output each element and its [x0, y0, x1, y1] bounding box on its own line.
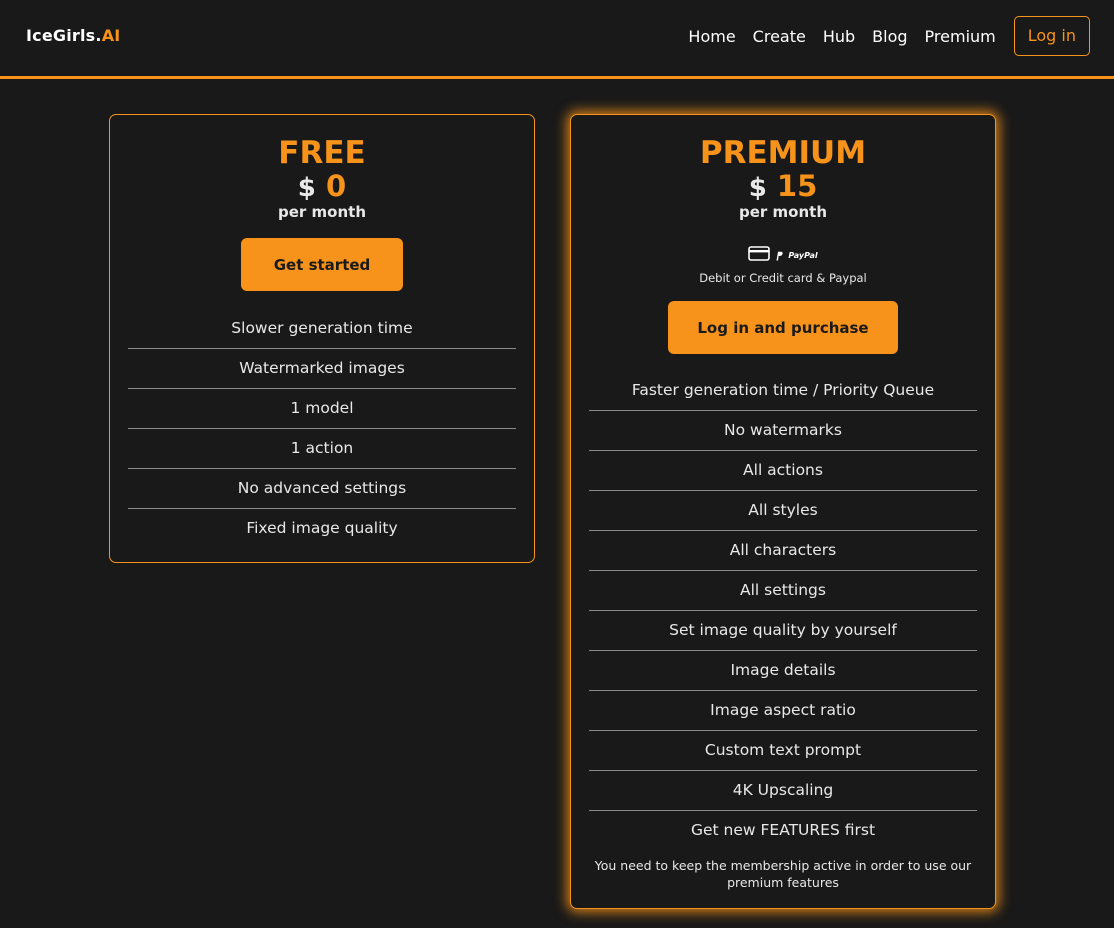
- billing-period: per month: [739, 203, 827, 221]
- site-logo[interactable]: IceGirls.AI: [26, 26, 120, 45]
- plan-price: $ 0: [110, 169, 534, 205]
- currency-symbol: $: [748, 173, 767, 203]
- premium-plan-card: PREMIUM $ 15 per month PayPal Debit or C…: [570, 114, 996, 909]
- premium-feature-list: Faster generation time / Priority Queue …: [589, 371, 977, 850]
- feature-item: Set image quality by yourself: [589, 611, 977, 651]
- payment-label: Debit or Credit card & Paypal: [699, 271, 867, 285]
- feature-item: All actions: [589, 451, 977, 491]
- plan-title: FREE: [278, 135, 366, 171]
- feature-item: 4K Upscaling: [589, 771, 977, 811]
- logo-accent: AI: [101, 26, 121, 45]
- credit-card-icon: [748, 245, 771, 265]
- free-plan-card: FREE $ 0 per month Get started Slower ge…: [109, 114, 535, 563]
- feature-item: Watermarked images: [128, 349, 516, 389]
- feature-item: All styles: [589, 491, 977, 531]
- feature-item: No advanced settings: [128, 469, 516, 509]
- feature-item: 1 action: [128, 429, 516, 469]
- plan-price: $ 15: [571, 169, 995, 205]
- login-and-purchase-button[interactable]: Log in and purchase: [668, 301, 898, 354]
- main-nav: Home Create Hub Blog Premium Log in: [671, 16, 1090, 56]
- logo-text: IceGirls.: [26, 26, 102, 45]
- nav-create[interactable]: Create: [753, 27, 806, 46]
- membership-note: You need to keep the membership active i…: [594, 858, 972, 890]
- feature-item: All settings: [589, 571, 977, 611]
- login-button[interactable]: Log in: [1013, 16, 1090, 56]
- feature-item: 1 model: [128, 389, 516, 429]
- feature-item: Custom text prompt: [589, 731, 977, 771]
- plan-title: PREMIUM: [699, 135, 867, 171]
- feature-item: Faster generation time / Priority Queue: [589, 371, 977, 411]
- feature-item: Slower generation time: [128, 309, 516, 349]
- feature-item: All characters: [589, 531, 977, 571]
- get-started-button[interactable]: Get started: [241, 238, 403, 291]
- feature-item: Image aspect ratio: [589, 691, 977, 731]
- feature-item: No watermarks: [589, 411, 977, 451]
- payment-icons: PayPal: [571, 245, 995, 265]
- feature-item: Get new FEATURES first: [690, 821, 876, 839]
- paypal-wordmark: PayPal: [788, 250, 818, 260]
- price-amount: 15: [776, 169, 818, 203]
- nav-hub[interactable]: Hub: [823, 27, 855, 46]
- nav-blog[interactable]: Blog: [872, 27, 907, 46]
- site-header: IceGirls.AI Home Create Hub Blog Premium…: [0, 0, 1114, 79]
- nav-premium[interactable]: Premium: [925, 27, 996, 46]
- billing-period: per month: [278, 203, 366, 221]
- feature-item: Image details: [589, 651, 977, 691]
- nav-home[interactable]: Home: [688, 27, 735, 46]
- free-feature-list: Slower generation time Watermarked image…: [128, 309, 516, 548]
- feature-item: Fixed image quality: [246, 519, 398, 537]
- paypal-icon: [775, 246, 784, 265]
- payment-methods: PayPal Debit or Credit card & Paypal: [571, 245, 995, 285]
- price-amount: 0: [326, 169, 347, 203]
- currency-symbol: $: [297, 173, 316, 203]
